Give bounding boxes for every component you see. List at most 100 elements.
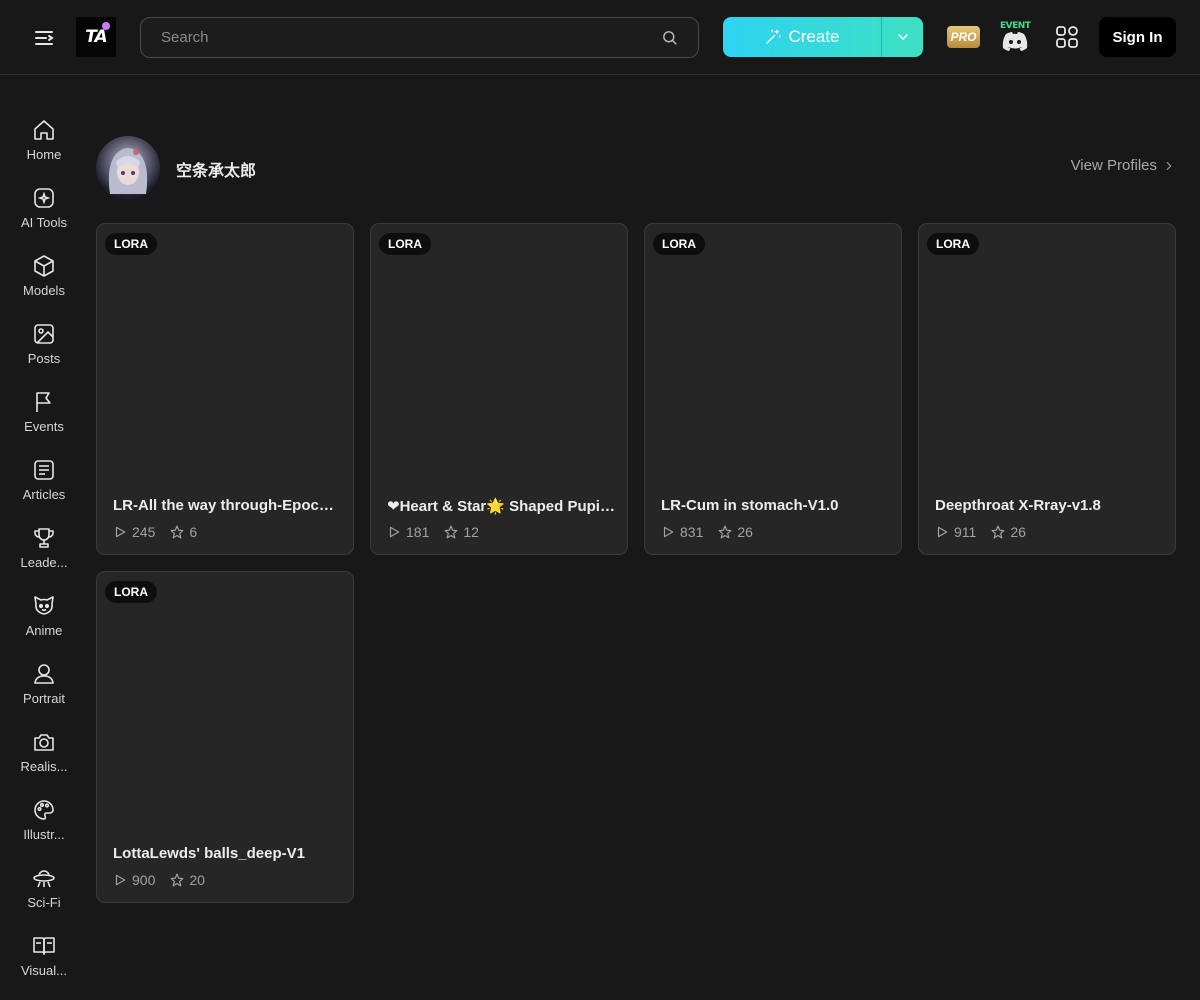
create-button[interactable]: Create	[723, 17, 882, 57]
model-card[interactable]: LORA LR-All the way through-Epoch20 245 …	[96, 223, 354, 555]
star-count-value: 6	[189, 524, 198, 540]
run-count: 245	[113, 524, 155, 540]
create-dropdown-button[interactable]	[882, 17, 923, 57]
cube-icon	[34, 255, 54, 277]
star-count: 20	[170, 872, 205, 888]
model-type-badge: LORA	[653, 233, 705, 255]
model-stats: 831 26	[661, 524, 768, 540]
model-type-badge: LORA	[105, 233, 157, 255]
sidebar-item-leaderboard[interactable]: Leade...	[4, 526, 84, 586]
profile-name[interactable]: 空条承太郎	[176, 157, 256, 181]
star-count: 26	[991, 524, 1026, 540]
sidebar-item-home[interactable]: Home	[4, 118, 84, 178]
palette-icon	[34, 800, 54, 820]
model-title: Deepthroat X-Rray-v1.8	[935, 497, 1101, 514]
discord-event-button[interactable]: EVENT	[999, 21, 1031, 51]
run-count: 911	[935, 524, 976, 540]
sign-in-button[interactable]: Sign In	[1099, 17, 1176, 57]
model-card[interactable]: LORA LottaLewds' balls_deep-V1 900 20	[96, 571, 354, 903]
menu-toggle-icon[interactable]	[32, 26, 56, 50]
model-card[interactable]: LORA Deepthroat X-Rray-v1.8 911 26	[918, 223, 1176, 555]
sidebar-item-label: Anime	[25, 623, 63, 638]
sidebar-item-sci-fi[interactable]: Sci-Fi	[4, 866, 84, 926]
sidebar-item-anime[interactable]: Anime	[4, 594, 84, 654]
model-title: LR-All the way through-Epoch20	[113, 497, 341, 514]
sidebar-item-models[interactable]: Models	[4, 254, 84, 314]
site-logo[interactable]: TA	[76, 17, 116, 57]
model-type-badge: LORA	[927, 233, 979, 255]
sidebar-item-illustration[interactable]: Illustr...	[4, 798, 84, 858]
play-icon	[115, 526, 126, 538]
sidebar-item-portrait[interactable]: Portrait	[4, 662, 84, 722]
sidebar-item-label: Realis...	[20, 759, 68, 774]
star-count-value: 20	[189, 872, 205, 888]
search-bar[interactable]	[140, 17, 699, 58]
sidebar-item-articles[interactable]: Articles	[4, 458, 84, 518]
star-count: 6	[170, 524, 197, 540]
logo-text: TA	[85, 27, 107, 47]
anime-icon	[34, 596, 54, 615]
event-label: EVENT	[1000, 21, 1031, 31]
model-stats: 911 26	[935, 524, 1041, 540]
article-icon	[34, 460, 54, 480]
star-icon	[170, 873, 184, 887]
apps-grid-icon[interactable]	[1055, 25, 1079, 49]
ufo-icon	[33, 870, 55, 888]
model-card[interactable]: LORA LR-Cum in stomach-V1.0 831 26	[644, 223, 902, 555]
view-profiles-label: View Profiles	[1070, 157, 1157, 174]
sidebar-item-visual[interactable]: Visual...	[4, 934, 84, 994]
play-icon	[663, 526, 674, 538]
sidebar-item-ai-tools[interactable]: AI Tools	[4, 186, 84, 246]
run-count-value: 911	[954, 524, 977, 540]
run-count: 900	[113, 872, 155, 888]
play-icon	[937, 526, 948, 538]
sidebar: Home AI Tools Models Posts Events Articl…	[0, 75, 88, 1000]
star-count-value: 26	[1010, 524, 1026, 540]
sidebar-item-label: AI Tools	[20, 215, 67, 230]
book-icon	[33, 937, 55, 955]
play-icon	[389, 526, 400, 538]
sidebar-item-events[interactable]: Events	[4, 390, 84, 450]
play-icon	[115, 874, 126, 886]
sidebar-item-realistic[interactable]: Realis...	[4, 730, 84, 790]
star-count-value: 26	[737, 524, 753, 540]
run-count-value: 900	[132, 872, 156, 888]
star-icon	[170, 525, 184, 539]
sidebar-item-label: Sci-Fi	[27, 895, 61, 910]
ai-tools-icon	[34, 188, 54, 208]
pro-badge[interactable]: PRO	[947, 26, 980, 48]
star-icon	[444, 525, 458, 539]
sidebar-item-posts[interactable]: Posts	[4, 322, 84, 382]
model-stats: 181 12	[387, 524, 494, 540]
create-button-group: Create	[723, 17, 923, 57]
portrait-icon	[34, 664, 54, 684]
create-label: Create	[788, 27, 840, 46]
chevron-right-icon	[1166, 161, 1172, 170]
model-title: LottaLewds' balls_deep-V1	[113, 845, 305, 862]
top-header: TA Create PRO EVENT Sig	[0, 0, 1200, 75]
logo-accent	[102, 22, 110, 30]
run-count: 831	[661, 524, 703, 540]
sidebar-item-label: Leade...	[20, 555, 68, 570]
run-count-value: 831	[680, 524, 704, 540]
sidebar-item-label: Articles	[22, 487, 66, 502]
search-input[interactable]	[161, 18, 641, 57]
model-type-badge: LORA	[105, 581, 157, 603]
chevron-down-icon	[897, 34, 908, 41]
star-icon	[718, 525, 732, 539]
run-count-value: 181	[406, 524, 430, 540]
sidebar-item-label: Visual...	[20, 963, 67, 978]
sidebar-item-label: Models	[23, 283, 65, 298]
model-card[interactable]: LORA ❤Heart & Star🌟 Shaped Pupils ... 18…	[370, 223, 628, 555]
sidebar-item-label: Posts	[27, 351, 61, 366]
search-icon[interactable]	[661, 29, 678, 46]
flag-icon	[36, 392, 51, 412]
avatar[interactable]	[96, 136, 160, 200]
star-icon	[991, 525, 1005, 539]
view-profiles-link[interactable]: View Profiles	[1071, 157, 1174, 174]
model-title: ❤Heart & Star🌟 Shaped Pupils ...	[387, 498, 615, 515]
magic-wand-icon	[766, 29, 781, 44]
run-count-value: 245	[132, 524, 156, 540]
star-count-value: 12	[463, 524, 479, 540]
model-stats: 900 20	[113, 872, 220, 888]
